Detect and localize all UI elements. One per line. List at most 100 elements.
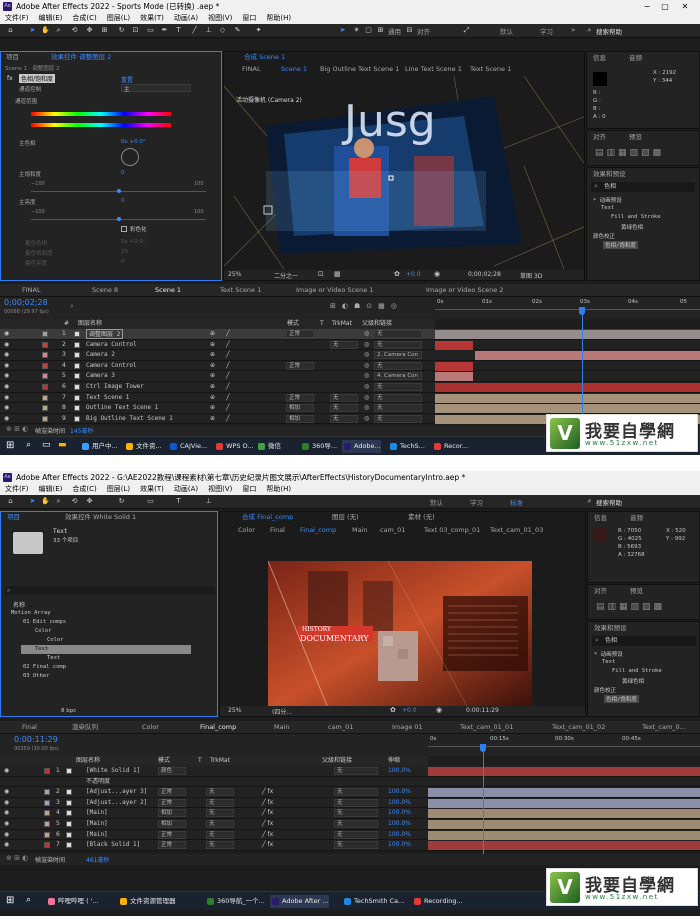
proj-tree-0[interactable]: Motion Array: [11, 610, 51, 616]
layer-label-color[interactable]: [42, 331, 48, 337]
tl2-current-time[interactable]: 0:00:11:29: [14, 735, 58, 744]
stamp-tool-icon-2[interactable]: ⊥: [204, 497, 213, 506]
layer-label-color[interactable]: [42, 362, 48, 369]
layer-name[interactable]: Text Scene 1: [86, 393, 129, 403]
windows-start-icon[interactable]: ⊞: [6, 440, 14, 451]
layer-tab-2[interactable]: 图层 (无): [332, 512, 359, 523]
tl2-tab-textcam2[interactable]: Text_cam_01_02: [552, 722, 605, 733]
visibility-eye-icon[interactable]: ◉: [4, 798, 9, 808]
close-button[interactable]: ✕: [678, 0, 692, 13]
switch-icon[interactable]: ⊕: [210, 329, 215, 339]
fx-tree-5[interactable]: 色相/饱和度: [603, 241, 638, 249]
exposure-value[interactable]: +0.0: [406, 271, 421, 278]
layer-label-color[interactable]: [42, 394, 48, 401]
mode-dropdown[interactable]: 颜色: [158, 767, 186, 775]
task-360[interactable]: 360导...: [300, 440, 337, 453]
preview-tab-2[interactable]: 预览: [630, 586, 643, 597]
viewer-canvas-2[interactable]: HISTORY DOCUMENTARY: [268, 561, 532, 708]
menu2-composition[interactable]: 合成(C): [67, 484, 101, 495]
fx-presets-tab-2[interactable]: 效果和预设: [594, 623, 627, 634]
task-wps[interactable]: WPS O...: [214, 440, 254, 453]
pickwhip-icon[interactable]: ◎: [364, 403, 369, 413]
workspace-default[interactable]: 默认: [500, 26, 513, 36]
brush-tool-icon[interactable]: ╱: [190, 26, 199, 35]
fx-search-field-2[interactable]: 色相: [592, 636, 696, 646]
pen-tool-icon[interactable]: ✒: [160, 26, 169, 35]
parent-dropdown[interactable]: 无: [334, 820, 378, 828]
table-row[interactable]: ◉ 8 Outline Text Scene 1 ⊕ ╱ 相加 无 ◎ 无: [0, 403, 700, 414]
search-icon-2[interactable]: ⌕: [585, 497, 594, 506]
fx-tree-0[interactable]: * 动画预设: [593, 196, 622, 204]
parent-dropdown[interactable]: 无: [334, 767, 378, 775]
mode-dropdown[interactable]: 相加: [158, 820, 186, 828]
align-icon[interactable]: ⊟: [405, 26, 414, 35]
tl-search-icon[interactable]: ⌕: [70, 302, 74, 311]
workspace-overflow-icon[interactable]: »: [571, 26, 575, 34]
fx-switch-icon[interactable]: ╱: [226, 403, 230, 413]
visibility-eye-icon[interactable]: ◉: [4, 819, 9, 829]
fx-switch-icon[interactable]: ╱ fx: [262, 787, 273, 797]
switch-icon[interactable]: ⊕: [210, 350, 215, 360]
mode-dropdown[interactable]: 正常: [158, 841, 186, 850]
layer-name[interactable]: [Main]: [86, 819, 108, 829]
table-row[interactable]: ◉ 5 Camera 3 ⊕ ╱ ◎ 4. Camera Con: [0, 371, 700, 382]
eraser-tool-icon[interactable]: ◇: [218, 26, 227, 35]
trkmat-dropdown[interactable]: 无: [206, 820, 234, 828]
search-help-2[interactable]: 搜索帮助: [596, 497, 622, 507]
table-row[interactable]: ◉ 4 Camera Control ⊕ ╱ 正常 ◎ 无: [0, 360, 700, 372]
color-wheel-icon-2[interactable]: ✿: [390, 706, 396, 714]
pan-tool-icon[interactable]: ⊞: [100, 26, 109, 35]
task2-360[interactable]: 360导航_一个...: [205, 895, 265, 908]
move-tool-icon[interactable]: ✥: [85, 26, 94, 35]
visibility-eye-icon[interactable]: ◉: [4, 382, 9, 392]
tl-switch-icons[interactable]: ⊞◐☗⊙▦◎: [330, 302, 403, 310]
crumb2-text03[interactable]: Text 03_comp_01: [424, 525, 480, 536]
viewer-resolution[interactable]: 二分之一: [274, 271, 298, 280]
viewer-resolution-2[interactable]: (四分...: [272, 707, 292, 716]
snap-star-icon[interactable]: ✶: [352, 26, 361, 35]
menu2-window[interactable]: 窗口: [237, 484, 261, 495]
type-tool-icon[interactable]: T: [174, 26, 183, 35]
layer-duration-bar[interactable]: [428, 830, 700, 840]
layer-duration-bar[interactable]: [428, 798, 700, 808]
layer-duration-bar[interactable]: [428, 767, 700, 776]
menu-animation[interactable]: 动画(A): [169, 13, 203, 24]
snap-grid-icon[interactable]: ⊞: [376, 26, 385, 35]
crumb2-color[interactable]: Color: [238, 525, 255, 536]
mode-dropdown[interactable]: 正常: [286, 330, 314, 338]
orbit-tool-icon[interactable]: ⟲: [70, 26, 79, 35]
crumb-final[interactable]: FINAL: [242, 64, 261, 75]
layer-name[interactable]: [Main]: [86, 808, 108, 818]
exposure-value-2[interactable]: +0.0: [402, 707, 417, 714]
parent-dropdown[interactable]: 无: [374, 414, 422, 423]
fx-presets-tab[interactable]: 效果和预设: [593, 169, 626, 180]
stamp-tool-icon[interactable]: ⊥: [204, 26, 213, 35]
layer-name[interactable]: 调整图层 2: [86, 329, 124, 339]
task2-recording[interactable]: Recording...: [412, 895, 463, 908]
switch-icon[interactable]: ⊕: [210, 403, 215, 413]
parent-dropdown[interactable]: 无: [374, 393, 422, 402]
task-adobe-ae[interactable]: Adobe...: [342, 440, 381, 453]
trkmat-dropdown[interactable]: 无: [206, 830, 234, 839]
footer-icons[interactable]: ⊕ ⊞ ◐: [6, 425, 28, 433]
align-buttons-2[interactable]: ▤▥▦▧▨▩: [596, 602, 665, 612]
layer-duration-bar[interactable]: [475, 351, 700, 361]
pickwhip-icon[interactable]: ◎: [364, 340, 369, 350]
layer-label-color[interactable]: [44, 821, 50, 827]
menu2-help[interactable]: 帮助(H): [261, 484, 296, 495]
visibility-eye-icon[interactable]: ◉: [4, 787, 9, 797]
parent-dropdown[interactable]: 无: [334, 830, 378, 839]
fx-switch-icon[interactable]: ╱ fx: [262, 819, 273, 829]
task2-explorer[interactable]: 文件资源管理器: [118, 895, 176, 908]
tl-tab-text-scene1[interactable]: Text Scene 1: [220, 285, 261, 296]
fx-switch-icon[interactable]: ╱: [226, 393, 230, 403]
roto-tool-icon[interactable]: ✎: [233, 26, 242, 35]
fx-switch-icon[interactable]: ╱ fx: [262, 840, 273, 850]
task-view-icon[interactable]: ▭: [42, 440, 51, 450]
visibility-eye-icon[interactable]: ◉: [4, 340, 9, 350]
viewer-zoom-2[interactable]: 25%: [228, 707, 241, 714]
viewer-canvas[interactable]: Jusg: [224, 76, 584, 269]
mode-dropdown[interactable]: 正常: [158, 830, 186, 839]
viewer-time[interactable]: 0;00;02;28: [468, 271, 501, 278]
audio-tab[interactable]: 音频: [629, 53, 642, 64]
